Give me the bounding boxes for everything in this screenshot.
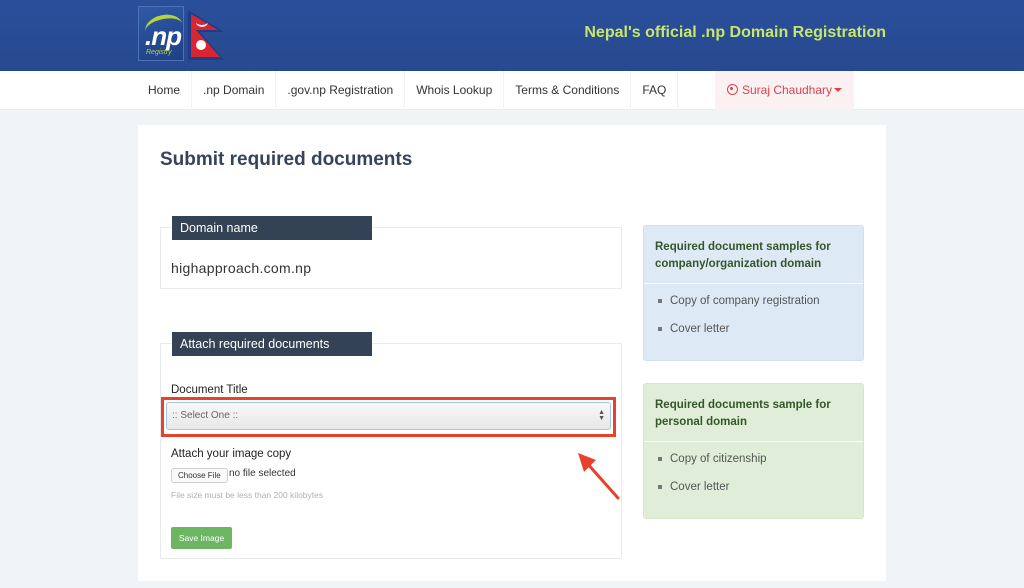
document-title-label: Document Title bbox=[171, 384, 248, 396]
attach-documents-panel: Attach required documents Document Title… bbox=[160, 332, 622, 559]
site-header: .np Registry Nepal's official .np Domain… bbox=[0, 0, 1024, 71]
save-image-button[interactable]: Save Image bbox=[171, 527, 232, 549]
domain-name-panel: Domain name highapproach.com.np bbox=[160, 216, 622, 289]
arrow-up-left-icon bbox=[578, 453, 620, 500]
domain-name-value: highapproach.com.np bbox=[171, 260, 312, 276]
user-menu-dropdown[interactable]: Suraj Chaudhary bbox=[715, 71, 854, 110]
personal-documents-title: Required documents sample for personal d… bbox=[655, 399, 831, 428]
file-status: no file selected bbox=[229, 468, 296, 479]
nepal-flag-icon bbox=[188, 10, 224, 60]
user-name: Suraj Chaudhary bbox=[741, 83, 833, 97]
select-arrows-icon: ▲ ▼ bbox=[598, 409, 605, 422]
nav-whois-lookup[interactable]: Whois Lookup bbox=[405, 71, 505, 110]
domain-name-label: Domain name bbox=[172, 216, 372, 240]
content-card: Submit required documents Domain name hi… bbox=[138, 125, 886, 581]
list-item: Cover letter bbox=[655, 322, 852, 336]
nav-home[interactable]: Home bbox=[138, 71, 193, 110]
caret-down-icon bbox=[834, 88, 843, 92]
np-registry-logo[interactable]: .np Registry bbox=[138, 6, 186, 61]
main-nav: Home .np Domain .gov.np Registration Who… bbox=[0, 71, 1024, 110]
site-tagline: Nepal's official .np Domain Registration bbox=[584, 24, 886, 41]
company-documents-title: Required document samples for company/or… bbox=[655, 241, 831, 270]
user-circle-icon bbox=[726, 84, 738, 95]
attach-image-label: Attach your image copy bbox=[171, 448, 292, 460]
page-title: Submit required documents bbox=[160, 149, 413, 170]
document-title-select[interactable]: :: Select One :: ▲ ▼ bbox=[166, 402, 611, 430]
company-documents-box: Required document samples for company/or… bbox=[643, 225, 864, 361]
nav-terms-conditions[interactable]: Terms & Conditions bbox=[504, 71, 632, 110]
nav-np-domain[interactable]: .np Domain bbox=[192, 71, 277, 110]
select-value: :: Select One :: bbox=[172, 410, 239, 421]
annotation-highlight-box: :: Select One :: ▲ ▼ bbox=[161, 397, 616, 437]
list-item: Copy of citizenship bbox=[655, 452, 852, 466]
attach-documents-label: Attach required documents bbox=[172, 332, 372, 356]
logo-subtext: Registry bbox=[146, 49, 172, 56]
logo-text: .np bbox=[145, 21, 182, 51]
choose-file-button[interactable]: Choose File bbox=[171, 468, 228, 483]
nav-gov-np-registration[interactable]: .gov.np Registration bbox=[276, 71, 406, 110]
list-item: Copy of company registration bbox=[655, 294, 852, 308]
personal-documents-box: Required documents sample for personal d… bbox=[643, 383, 864, 519]
nav-faq[interactable]: FAQ bbox=[631, 71, 679, 110]
list-item: Cover letter bbox=[655, 480, 852, 494]
file-size-help-text: File size must be less than 200 kilobyte… bbox=[171, 490, 324, 500]
